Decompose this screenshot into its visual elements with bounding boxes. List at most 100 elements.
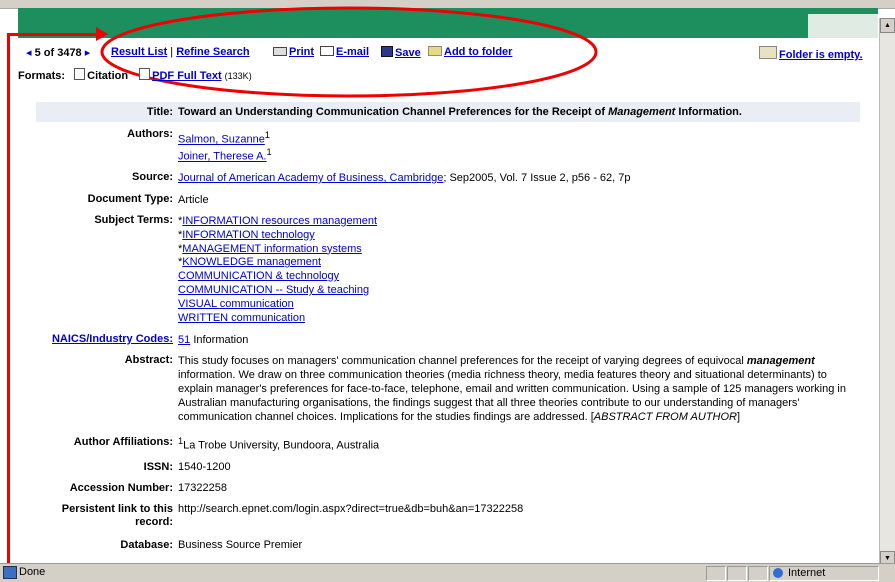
- naics-label-link[interactable]: NAICS/Industry Codes:: [52, 333, 173, 345]
- folder-status-link[interactable]: Folder is empty.: [779, 49, 863, 61]
- naics-code-link[interactable]: 51: [178, 334, 190, 346]
- pdf-size: (133K): [224, 71, 252, 81]
- abstract-source-note: ABSTRACT FROM AUTHOR: [593, 411, 737, 423]
- result-position: 5 of 3478: [34, 47, 82, 59]
- citation-label[interactable]: Citation: [87, 70, 128, 82]
- email-link[interactable]: E-mail: [336, 46, 369, 58]
- save-action[interactable]: Save: [381, 46, 421, 59]
- author-link[interactable]: Joiner, Therese A.: [178, 151, 266, 163]
- zone-text: Internet: [788, 567, 826, 579]
- annotation-arrow-head: [96, 27, 108, 41]
- accession-label: Accession Number:: [69, 482, 173, 494]
- affiliations-label: Author Affiliations:: [73, 436, 173, 448]
- save-link[interactable]: Save: [395, 47, 421, 59]
- subject-term-link[interactable]: WRITTEN communication: [178, 312, 305, 324]
- citation-icon: [74, 68, 86, 80]
- author-affil-sup: 1: [266, 147, 272, 157]
- add-to-folder-link[interactable]: Add to folder: [444, 46, 512, 58]
- status-cell: [727, 566, 747, 581]
- prev-result-arrow[interactable]: ◂: [26, 47, 32, 59]
- subject-terms-label: Subject Terms:: [94, 214, 173, 226]
- pdf-full-text-link[interactable]: PDF Full Text: [152, 70, 221, 82]
- status-cell: [748, 566, 768, 581]
- journal-link[interactable]: Journal of American Academy of Business,…: [178, 172, 443, 184]
- authors-label: Authors:: [127, 128, 173, 140]
- status-bar: Done Internet: [0, 563, 895, 582]
- abstract-part: ]: [737, 411, 741, 423]
- next-result-arrow[interactable]: ▸: [85, 47, 91, 59]
- citation-format[interactable]: Citation: [74, 68, 131, 82]
- folder-icon: [428, 46, 442, 56]
- naics-text: Information: [193, 334, 249, 346]
- record-title: Toward an Understanding Communication Ch…: [178, 106, 858, 118]
- source-value: Journal of American Academy of Business,…: [178, 172, 858, 184]
- zone-cell: Internet: [769, 566, 879, 581]
- author-affil-sup: 1: [264, 130, 270, 140]
- pdf-icon: [139, 68, 151, 80]
- author-1: Salmon, Suzanne1: [178, 130, 858, 146]
- abstract-text: This study focuses on managers' communic…: [178, 354, 860, 424]
- email-icon: [320, 46, 334, 56]
- subject-term-link[interactable]: COMMUNICATION -- Study & teaching: [178, 284, 369, 296]
- issn-value: 1540-1200: [178, 461, 231, 473]
- subject-term-link[interactable]: INFORMATION resources management: [182, 215, 377, 227]
- printer-icon: [273, 47, 287, 56]
- naics-label: NAICS/Industry Codes:: [0, 333, 173, 345]
- database-value: Business Source Premier: [178, 539, 303, 551]
- title-text-pre: Toward an Understanding Communication Ch…: [178, 106, 609, 118]
- subject-term-link[interactable]: KNOWLEDGE management: [182, 256, 321, 268]
- print-action[interactable]: Print: [273, 46, 314, 58]
- subject-term-link[interactable]: INFORMATION technology: [182, 229, 314, 241]
- accession-value: 17322258: [178, 482, 227, 494]
- subject-term: WRITTEN communication: [178, 312, 858, 326]
- subject-term-link[interactable]: COMMUNICATION & technology: [178, 270, 339, 282]
- title-text-em: Management: [608, 106, 676, 118]
- status-cell: [706, 566, 726, 581]
- page-done-icon: [3, 566, 17, 579]
- author-link[interactable]: Salmon, Suzanne: [178, 134, 265, 146]
- subject-term-link[interactable]: VISUAL communication: [178, 298, 294, 310]
- formats-row: Formats: Citation PDF Full Text (133K): [18, 68, 252, 82]
- persistent-link-value: http://search.epnet.com/login.aspx?direc…: [178, 503, 524, 515]
- subject-term: VISUAL communication: [178, 298, 858, 312]
- subject-term-link[interactable]: MANAGEMENT information systems: [182, 243, 362, 255]
- abstract-label: Abstract:: [124, 354, 173, 366]
- source-label: Source:: [132, 171, 173, 183]
- nav-links: Result List | Refine Search: [111, 46, 250, 58]
- subject-term: *KNOWLEDGE management: [178, 256, 858, 270]
- title-text-post: Information.: [675, 106, 742, 118]
- add-to-folder-action[interactable]: Add to folder: [428, 46, 512, 58]
- document-type-label: Document Type:: [87, 193, 173, 205]
- print-link[interactable]: Print: [289, 46, 314, 58]
- internet-globe-icon: [773, 568, 783, 578]
- database-label: Database:: [120, 539, 173, 551]
- formats-label: Formats:: [18, 70, 66, 82]
- annotation-arrow-shaft: [7, 33, 102, 36]
- affil-text: La Trobe University, Bundoora, Australia: [183, 439, 380, 452]
- affiliations-value: 1La Trobe University, Bundoora, Australi…: [178, 436, 858, 452]
- vertical-scrollbar[interactable]: ▲ ▼: [879, 18, 895, 566]
- persistent-label-line: Persistent link to this: [61, 503, 173, 515]
- subject-term: COMMUNICATION & technology: [178, 270, 858, 284]
- nav-separator: |: [170, 46, 174, 58]
- header-bar: [18, 8, 878, 38]
- naics-value: 51 Information: [178, 334, 858, 346]
- persistent-link-label: Persistent link to this record:: [0, 503, 173, 529]
- status-text: Done: [19, 566, 46, 578]
- issn-label: ISSN:: [143, 461, 173, 473]
- subject-term: *INFORMATION technology: [178, 229, 858, 243]
- nav-position: ◂ 5 of 3478 ▸: [26, 46, 90, 59]
- email-action[interactable]: E-mail: [320, 46, 369, 58]
- scroll-up-button[interactable]: ▲: [880, 18, 895, 33]
- author-2: Joiner, Therese A.1: [178, 147, 858, 163]
- save-icon: [381, 46, 393, 57]
- document-type-value: Article: [178, 194, 209, 206]
- title-label: Title:: [146, 106, 173, 118]
- pdf-format[interactable]: PDF Full Text (133K): [139, 68, 252, 82]
- result-list-link[interactable]: Result List: [111, 46, 167, 58]
- header-tab: [808, 14, 878, 38]
- abstract-part: information. We draw on three communicat…: [178, 369, 846, 423]
- subject-term: *INFORMATION resources management: [178, 215, 858, 229]
- refine-search-link[interactable]: Refine Search: [176, 46, 249, 58]
- folder-status[interactable]: Folder is empty.: [759, 46, 863, 61]
